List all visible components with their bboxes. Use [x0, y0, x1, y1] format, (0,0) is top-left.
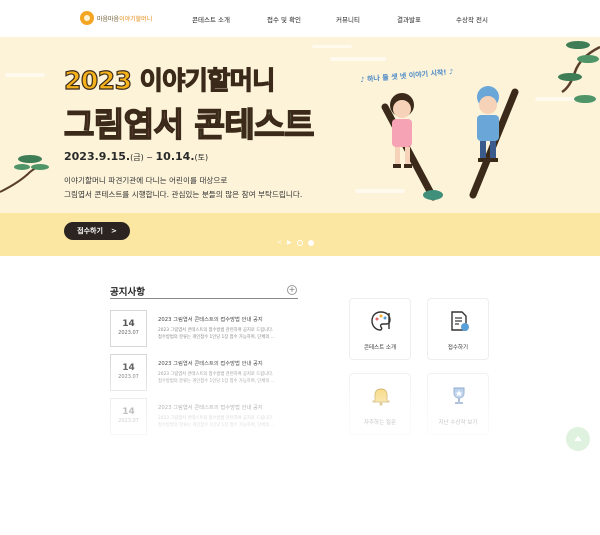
pine-branch-right-illustration	[558, 41, 600, 103]
date-separator: ~	[143, 153, 156, 162]
hero-date: 2023.9.15.(금) ~ 10.14.(토)	[64, 150, 208, 163]
notice-more-icon[interactable]: +	[287, 285, 297, 295]
hero-title-line1: 2023 이야기할머니	[63, 65, 275, 95]
main-nav: 콘테스트 소개 접수 및 확인 커뮤니티 결과발표 수상작 전시	[0, 14, 600, 24]
apply-button-label: 접수하기	[77, 227, 103, 235]
quick-menu-label: 자주하는 질문	[363, 420, 397, 426]
nav-item-contest-intro[interactable]: 콘테스트 소개	[192, 14, 230, 24]
nav-item-results[interactable]: 결과발표	[397, 14, 421, 24]
notice-day: 14	[122, 363, 135, 373]
scroll-top-button[interactable]	[566, 427, 590, 451]
notice-list-item[interactable]: 14 2023.07 2023 그림엽서 콘테스트의 접수방법 안내 공지 20…	[110, 398, 300, 436]
notice-month: 2023.07	[118, 330, 139, 336]
notice-summary-line1: 2023 그림엽서 콘테스트의 접수방법 관련하여 공지로 드립니다.	[158, 416, 274, 421]
slider-dot-active[interactable]	[307, 239, 314, 246]
notice-section-title: 공지사항	[110, 287, 145, 298]
page: 마음마음이야기할머니 콘테스트 소개 접수 및 확인 커뮤니티 결과발표 수상작…	[0, 0, 600, 535]
nav-item-winners[interactable]: 수상작 전시	[456, 14, 488, 24]
cloud-decoration	[312, 45, 352, 48]
date-start-day: (금)	[130, 153, 144, 162]
notice-date-box: 14 2023.07	[110, 310, 147, 347]
site-header: 마음마음이야기할머니 콘테스트 소개 접수 및 확인 커뮤니티 결과발표 수상작…	[0, 0, 600, 37]
hero-description: 이야기할머니 파견기관에 다니는 어린이를 대상으로 그림엽서 콘테스트를 시행…	[64, 174, 302, 202]
slider-prev-icon[interactable]: <	[277, 239, 282, 246]
notice-title: 2023 그림엽서 콘테스트의 접수방법 안내 공지	[158, 317, 263, 323]
hero-title-contest: 콘테스트	[194, 104, 315, 145]
notice-title: 2023 그림엽서 콘테스트의 접수방법 안내 공지	[158, 361, 263, 367]
notice-date-box: 14 2023.07	[110, 398, 147, 435]
quick-menu-contest-intro[interactable]: 콘테스트 소개	[349, 298, 411, 360]
notice-title: 2023 그림엽서 콘테스트의 접수방법 안내 공지	[158, 405, 263, 411]
date-start: 2023.9.15.	[64, 150, 131, 163]
notice-summary: 2023 그림엽서 콘테스트의 접수방법 관련하여 공지로 드립니다. 접수방법…	[158, 415, 275, 429]
slider-play-icon[interactable]: ▶	[287, 239, 292, 246]
apply-button[interactable]: 접수하기 >	[64, 222, 130, 240]
quick-menu-apply[interactable]: 접수하기	[427, 298, 489, 360]
notice-date-box: 14 2023.07	[110, 354, 147, 391]
notice-summary: 2023 그림엽서 콘테스트의 접수방법 관련하여 공지로 드립니다. 접수방법…	[158, 371, 275, 385]
notice-list-item[interactable]: 14 2023.07 2023 그림엽서 콘테스트의 접수방법 안내 공지 20…	[110, 310, 300, 348]
chevron-right-icon: >	[110, 227, 117, 235]
quick-menu-past-winners[interactable]: 지난 수상작 보기	[427, 373, 489, 435]
notice-month: 2023.07	[118, 374, 139, 380]
children-painting-illustration	[381, 86, 519, 201]
date-end: 10.14.	[155, 150, 195, 163]
hero-banner: 2023 이야기할머니 그림엽서 콘테스트 2023.9.15.(금) ~ 10…	[0, 37, 600, 256]
hero-title-postcard: 그림엽서	[63, 104, 184, 145]
quick-menu-label: 접수하기	[447, 345, 469, 351]
notice-day: 14	[122, 407, 135, 417]
slider-dot[interactable]	[296, 239, 303, 246]
notice-summary-line2: 접수방법의 분류는 개인접수 1인당 1장 접수 가능하며, 단체의 ...	[158, 423, 275, 428]
trophy-icon	[453, 387, 465, 404]
nav-item-community[interactable]: 커뮤니티	[336, 14, 360, 24]
notice-summary-line1: 2023 그림엽서 콘테스트의 접수방법 관련하여 공지로 드립니다.	[158, 328, 274, 333]
quick-menu-label: 지난 수상작 보기	[438, 420, 478, 426]
date-end-day: (토)	[194, 153, 209, 162]
hero-desc-line2: 그림엽서 콘테스트를 시행합니다. 관심있는 분들의 많은 참여 부탁드립니다.	[64, 190, 303, 199]
pine-branch-left-illustration	[0, 155, 49, 193]
notice-summary-line2: 접수방법의 분류는 개인접수 1인당 1장 접수 가능하며, 단체의 ...	[158, 379, 275, 384]
cloud-decoration	[5, 73, 45, 77]
hero-desc-line1: 이야기할머니 파견기관에 다니는 어린이를 대상으로	[64, 176, 228, 185]
cloud-decoration	[330, 57, 386, 61]
quick-menu-faq[interactable]: 자주하는 질문	[349, 373, 411, 435]
palette-icon	[371, 311, 391, 331]
notice-summary: 2023 그림엽서 콘테스트의 접수방법 관련하여 공지로 드립니다. 접수방법…	[158, 327, 275, 341]
nav-item-apply-check[interactable]: 접수 및 확인	[267, 14, 301, 24]
notice-summary-line1: 2023 그림엽서 콘테스트의 접수방법 관련하여 공지로 드립니다.	[158, 372, 274, 377]
divider	[110, 298, 298, 299]
quick-menu-label: 콘테스트 소개	[363, 345, 397, 351]
slider-controls: < ▶	[277, 239, 314, 246]
notice-day: 14	[122, 319, 135, 329]
notice-summary-line2: 접수방법의 분류는 개인접수 1인당 1장 접수 가능하며, 단체의 ...	[158, 335, 275, 340]
document-clock-icon	[451, 311, 469, 331]
notice-month: 2023.07	[118, 418, 139, 424]
hero-title-line2: 그림엽서 콘테스트	[63, 98, 315, 146]
bell-icon	[372, 388, 390, 406]
notice-list-item[interactable]: 14 2023.07 2023 그림엽서 콘테스트의 접수방법 안내 공지 20…	[110, 354, 300, 392]
